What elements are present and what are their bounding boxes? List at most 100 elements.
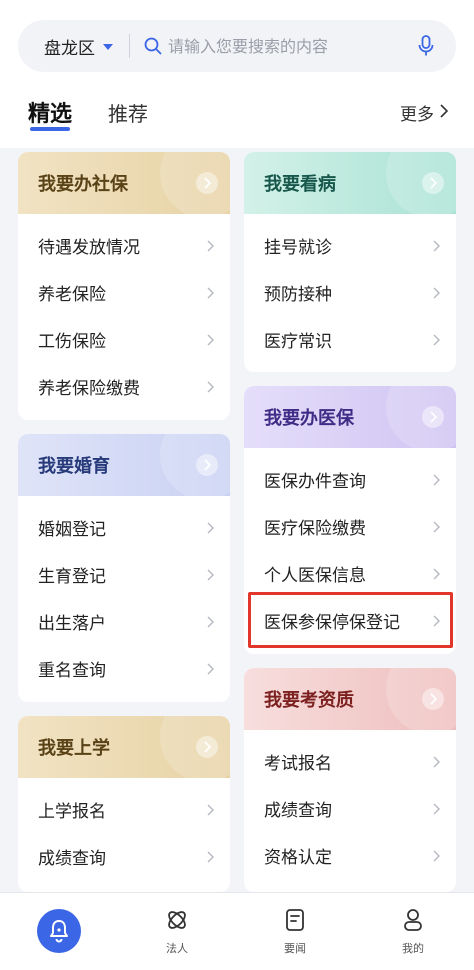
- nav-home[interactable]: [0, 893, 118, 970]
- chevron-right-icon: [207, 663, 214, 675]
- list-item[interactable]: 婚姻登记: [18, 504, 230, 551]
- card-list: 医保办件查询 医疗保险缴费 个人医保信息 医保参保停保登记: [244, 448, 456, 644]
- header-decoration: [386, 152, 456, 218]
- list-item[interactable]: 考试报名: [244, 738, 456, 785]
- chevron-right-icon: [433, 803, 440, 815]
- header-decoration: [386, 668, 456, 734]
- card-header[interactable]: 我要上学: [18, 716, 230, 782]
- card-title: 我要看病: [264, 174, 336, 195]
- chevron-right-icon: [207, 569, 214, 581]
- chevron-right-icon: [196, 172, 218, 194]
- card-list: 上学报名 成绩查询: [18, 778, 230, 880]
- list-item[interactable]: 医疗保险缴费: [244, 503, 456, 550]
- card-title: 我要办社保: [38, 174, 128, 195]
- chevron-right-icon: [207, 334, 214, 346]
- card-exam-qualification: 我要考资质 考试报名 成绩查询 资格认定: [244, 668, 456, 892]
- list-item[interactable]: 医疗常识: [244, 316, 456, 363]
- bottom-nav: 法人 要闻 我的: [0, 892, 474, 970]
- list-item[interactable]: 重名查询: [18, 645, 230, 692]
- chevron-right-icon: [433, 334, 440, 346]
- nav-label: 要闻: [284, 942, 306, 955]
- caret-down-icon: [103, 44, 113, 50]
- list-item[interactable]: 成绩查询: [244, 785, 456, 832]
- card-header[interactable]: 我要办社保: [18, 152, 230, 218]
- more-label: 更多: [400, 105, 434, 125]
- bell-icon: [37, 909, 81, 953]
- item-label: 上学报名: [38, 802, 106, 822]
- list-item[interactable]: 工伤保险: [18, 316, 230, 363]
- district-selector[interactable]: 盘龙区: [18, 20, 129, 72]
- header-decoration: [160, 152, 230, 218]
- list-item[interactable]: 挂号就诊: [244, 222, 456, 269]
- card-school: 我要上学 上学报名 成绩查询: [18, 716, 230, 892]
- chevron-right-icon: [433, 615, 440, 627]
- nav-news[interactable]: 要闻: [236, 893, 354, 970]
- header-decoration: [386, 386, 456, 452]
- more-link[interactable]: 更多: [400, 100, 449, 125]
- user-icon: [402, 908, 424, 936]
- list-item[interactable]: 医保办件查询: [244, 456, 456, 503]
- card-list: 待遇发放情况 养老保险 工伤保险 养老保险缴费: [18, 214, 230, 410]
- card-header[interactable]: 我要看病: [244, 152, 456, 218]
- card-header[interactable]: 我要婚育: [18, 434, 230, 500]
- card-list: 婚姻登记 生育登记 出生落户 重名查询: [18, 496, 230, 692]
- card-medical-insurance: 我要办医保 医保办件查询 医疗保险缴费 个人医保信息 医保参保停保登记: [244, 386, 456, 654]
- tab-recommended[interactable]: 推荐: [108, 98, 148, 127]
- card-title: 我要考资质: [264, 690, 354, 711]
- item-label: 资格认定: [264, 848, 332, 868]
- document-icon: [284, 908, 306, 936]
- list-item[interactable]: 待遇发放情况: [18, 222, 230, 269]
- list-item[interactable]: 个人医保信息: [244, 550, 456, 597]
- search-input[interactable]: [164, 20, 406, 72]
- nav-mine[interactable]: 我的: [354, 893, 472, 970]
- card-header[interactable]: 我要办医保: [244, 386, 456, 452]
- list-item[interactable]: 出生落户: [18, 598, 230, 645]
- nav-legal-person[interactable]: 法人: [118, 893, 236, 970]
- card-list: 考试报名 成绩查询 资格认定: [244, 730, 456, 879]
- list-item[interactable]: 上学报名: [18, 786, 230, 833]
- list-item-enrollment-registration[interactable]: 医保参保停保登记: [244, 597, 456, 644]
- chevron-right-icon: [207, 522, 214, 534]
- tabs-bar: 精选 推荐 更多: [0, 84, 474, 148]
- chevron-right-icon: [207, 287, 214, 299]
- list-item[interactable]: 资格认定: [244, 832, 456, 879]
- chevron-right-icon: [422, 406, 444, 428]
- tab-featured[interactable]: 精选: [28, 96, 72, 128]
- item-label: 出生落户: [38, 614, 106, 634]
- search-divider: [129, 34, 130, 58]
- item-label: 待遇发放情况: [38, 238, 140, 258]
- item-label: 养老保险: [38, 285, 106, 305]
- item-label: 医保参保停保登记: [264, 613, 400, 633]
- list-item[interactable]: 生育登记: [18, 551, 230, 598]
- header-decoration: [160, 434, 230, 500]
- microphone-icon[interactable]: [406, 20, 446, 72]
- chevron-right-icon: [196, 736, 218, 758]
- card-title: 我要上学: [38, 738, 110, 759]
- chevron-right-icon: [433, 756, 440, 768]
- item-label: 养老保险缴费: [38, 379, 140, 399]
- item-label: 婚姻登记: [38, 520, 106, 540]
- list-item[interactable]: 成绩查询: [18, 833, 230, 880]
- item-label: 医疗保险缴费: [264, 519, 366, 539]
- item-label: 重名查询: [38, 661, 106, 681]
- item-label: 挂号就诊: [264, 238, 332, 258]
- card-see-doctor: 我要看病 挂号就诊 预防接种 医疗常识: [244, 152, 456, 372]
- item-label: 医疗常识: [264, 332, 332, 352]
- item-label: 成绩查询: [38, 849, 106, 869]
- chevron-right-icon: [207, 804, 214, 816]
- item-label: 医保办件查询: [264, 472, 366, 492]
- orbit-icon: [165, 908, 189, 936]
- card-header[interactable]: 我要考资质: [244, 668, 456, 734]
- chevron-right-icon: [207, 616, 214, 628]
- chevron-right-icon: [433, 568, 440, 580]
- chevron-right-icon: [433, 474, 440, 486]
- list-item[interactable]: 养老保险: [18, 269, 230, 316]
- nav-label: 我的: [402, 942, 424, 955]
- card-title: 我要办医保: [264, 408, 354, 429]
- chevron-right-icon: [207, 381, 214, 393]
- header-decoration: [160, 716, 230, 782]
- list-item[interactable]: 预防接种: [244, 269, 456, 316]
- list-item[interactable]: 养老保险缴费: [18, 363, 230, 410]
- item-label: 个人医保信息: [264, 566, 366, 586]
- item-label: 考试报名: [264, 754, 332, 774]
